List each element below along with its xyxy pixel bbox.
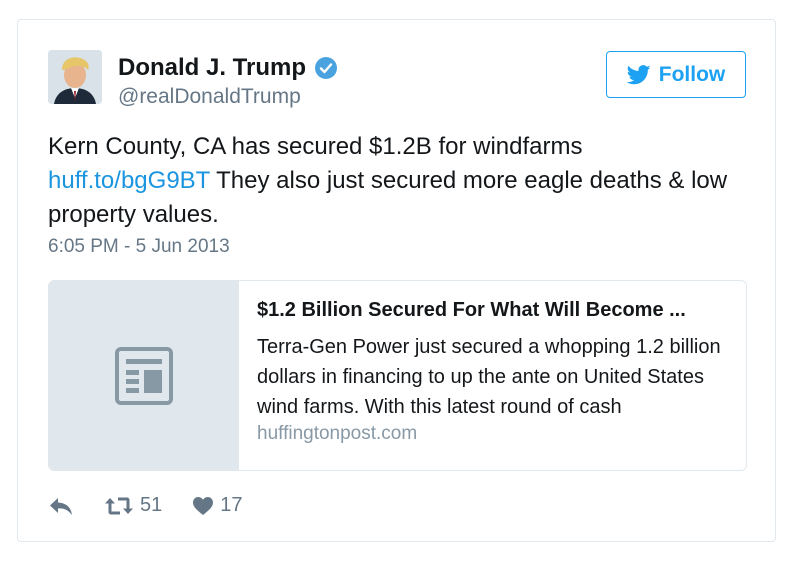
- heart-icon: [193, 496, 214, 515]
- tweet-text: Kern County, CA has secured $1.2B for wi…: [48, 130, 748, 232]
- tweet-link[interactable]: huff.to/bgG9BT: [48, 167, 210, 194]
- like-button[interactable]: 17: [192, 494, 243, 517]
- card-title: $1.2 Billion Secured For What Will Becom…: [257, 299, 686, 321]
- verified-badge-icon: [314, 56, 338, 80]
- follow-button[interactable]: Follow: [606, 51, 746, 98]
- author-handle[interactable]: @realDonaldTrump: [118, 85, 301, 109]
- author-name[interactable]: Donald J. Trump: [118, 54, 306, 82]
- author-name-row: Donald J. Trump: [118, 54, 338, 82]
- tweet-text-part-1: Kern County, CA has secured $1.2B for wi…: [48, 133, 583, 160]
- follow-button-label: Follow: [658, 62, 726, 86]
- retweet-count: 51: [140, 494, 163, 516]
- avatar-image: [48, 50, 102, 104]
- retweet-icon: [105, 497, 133, 514]
- tweet-timestamp[interactable]: 6:05 PM - 5 Jun 2013: [48, 236, 230, 258]
- card-domain: huffingtonpost.com: [257, 423, 418, 444]
- link-preview-card[interactable]: $1.2 Billion Secured For What Will Becom…: [48, 280, 747, 471]
- tweet-actions: 51 17: [48, 494, 243, 517]
- card-media: [49, 281, 239, 470]
- card-description: Terra-Gen Power just secured a whopping …: [257, 336, 721, 418]
- card-body: $1.2 Billion Secured For What Will Becom…: [257, 299, 737, 445]
- twitter-bird-icon: [626, 64, 651, 84]
- retweet-button[interactable]: 51: [104, 494, 162, 517]
- reply-icon: [50, 497, 72, 515]
- news-article-icon: [115, 346, 173, 405]
- like-count: 17: [220, 494, 243, 516]
- avatar[interactable]: [48, 50, 102, 104]
- tweet-card: Donald J. Trump @realDonaldTrump Follow …: [17, 19, 776, 542]
- reply-button[interactable]: [48, 496, 74, 516]
